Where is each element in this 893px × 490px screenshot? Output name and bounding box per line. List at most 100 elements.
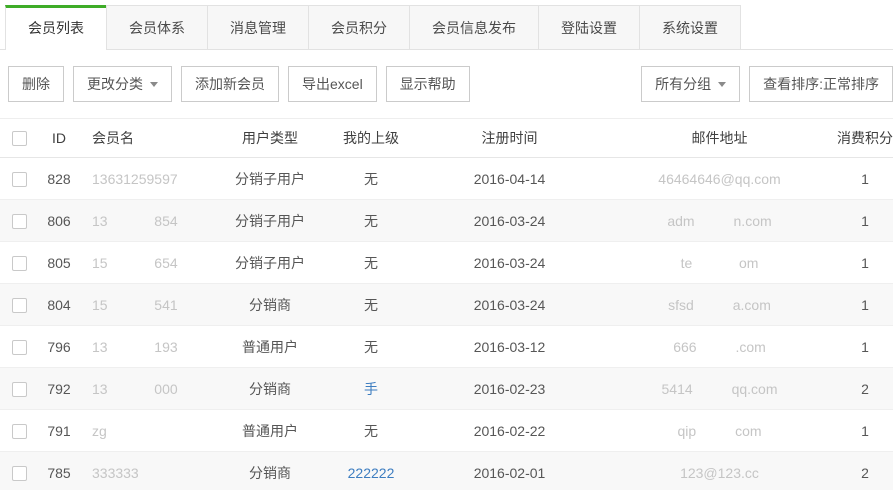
row-checkbox[interactable] [12, 382, 27, 397]
masked-text: 13193 [92, 339, 178, 355]
masked-text-gap [108, 267, 155, 268]
upline-link[interactable]: 手 [364, 381, 378, 397]
email-address: qipcom [602, 410, 837, 452]
row-select-cell [0, 410, 38, 452]
member-row: 80415541分销商无2016-03-24sfsda.com1 [0, 284, 893, 326]
masked-text-end: 854 [154, 213, 177, 229]
row-checkbox[interactable] [12, 298, 27, 313]
row-checkbox[interactable] [12, 424, 27, 439]
member-row: 80613854分销子用户无2016-03-24admn.com1 [0, 200, 893, 242]
row-select-cell [0, 200, 38, 242]
column-header-date: 注册时间 [417, 119, 602, 158]
toolbar-button-3[interactable]: 添加新会员 [181, 66, 279, 102]
member-name: 13631259597 [80, 158, 215, 200]
consume-points: 1 [837, 326, 893, 368]
toolbar-right-group: 所有分组 查看排序:正常排序 [641, 66, 893, 102]
register-date: 2016-02-23 [417, 368, 602, 410]
masked-text-end: n.com [734, 213, 772, 229]
email-address: admn.com [602, 200, 837, 242]
masked-text-gap [692, 267, 739, 268]
member-id: 805 [38, 242, 80, 284]
register-date: 2016-03-24 [417, 200, 602, 242]
upline-cell: 222222 [325, 452, 417, 490]
upline-cell: 无 [325, 326, 417, 368]
row-checkbox[interactable] [12, 172, 27, 187]
member-id: 792 [38, 368, 80, 410]
member-id: 828 [38, 158, 80, 200]
masked-text: 15541 [92, 297, 178, 313]
tab-消息管理[interactable]: 消息管理 [207, 5, 309, 49]
masked-text-start: 666 [673, 339, 696, 355]
select-all-checkbox[interactable] [12, 131, 27, 146]
consume-points: 1 [837, 242, 893, 284]
tab-会员积分[interactable]: 会员积分 [308, 5, 410, 49]
row-checkbox[interactable] [12, 256, 27, 271]
masked-text-gap [693, 393, 732, 394]
email-address: teom [602, 242, 837, 284]
toolbar-left-group: 删除 更改分类 添加新会员 导出excel 显示帮助 [8, 66, 470, 102]
masked-text: 15 654 [92, 255, 178, 271]
toolbar: 删除 更改分类 添加新会员 导出excel 显示帮助 所有分组 查看排序:正常排序 [0, 50, 893, 118]
email-address: sfsda.com [602, 284, 837, 326]
masked-text: teom [681, 255, 759, 271]
button-label: 更改分类 [87, 74, 143, 94]
masked-text-start: 13631259597 [92, 171, 178, 187]
button-label: 添加新会员 [195, 74, 265, 94]
register-date: 2016-03-12 [417, 326, 602, 368]
button-label: 查看排序:正常排序 [763, 74, 879, 94]
masked-text-end: 654 [154, 255, 177, 271]
masked-text-start: 15 [92, 297, 108, 313]
row-checkbox[interactable] [12, 466, 27, 481]
consume-points: 2 [837, 368, 893, 410]
register-date: 2016-03-24 [417, 242, 602, 284]
tab-会员列表[interactable]: 会员列表 [5, 5, 107, 50]
toolbar-right-button-1[interactable]: 所有分组 [641, 66, 740, 102]
consume-points: 2 [837, 452, 893, 490]
masked-text-end: a.com [733, 297, 771, 313]
toolbar-button-4[interactable]: 导出excel [288, 66, 377, 102]
row-checkbox[interactable] [12, 340, 27, 355]
member-row: 785333333分销商2222222016-02-01123@123.cc2 [0, 452, 893, 490]
masked-text-end: 000 [154, 381, 177, 397]
register-date: 2016-02-22 [417, 410, 602, 452]
member-name: 15 654 [80, 242, 215, 284]
toolbar-button-5[interactable]: 显示帮助 [386, 66, 470, 102]
column-header-email: 邮件地址 [602, 119, 837, 158]
masked-text-gap [696, 435, 735, 436]
tab-系统设置[interactable]: 系统设置 [639, 5, 741, 49]
masked-text-end: om [739, 255, 758, 271]
consume-points: 1 [837, 410, 893, 452]
member-id: 791 [38, 410, 80, 452]
register-date: 2016-02-01 [417, 452, 602, 490]
member-name: zg [80, 410, 215, 452]
upline-link[interactable]: 222222 [348, 465, 395, 481]
row-checkbox[interactable] [12, 214, 27, 229]
button-label: 显示帮助 [400, 74, 456, 94]
column-header-points: 消费积分 [837, 119, 893, 158]
masked-text-start: 5414 [662, 381, 693, 397]
member-row: 82813631259597分销子用户无2016-04-1446464646@q… [0, 158, 893, 200]
masked-text-start: 13 [92, 339, 108, 355]
masked-text: 666.com [673, 339, 766, 355]
masked-text-start: 13 [92, 381, 108, 397]
tab-会员体系[interactable]: 会员体系 [106, 5, 208, 49]
select-all-cell [0, 119, 38, 158]
consume-points: 1 [837, 284, 893, 326]
toolbar-right-button-2[interactable]: 查看排序:正常排序 [749, 66, 893, 102]
toolbar-button-1[interactable]: 删除 [8, 66, 64, 102]
masked-text-start: 15 [92, 255, 108, 271]
row-select-cell [0, 368, 38, 410]
masked-text: 5414qq.com [662, 381, 778, 397]
masked-text: 13 000 [92, 381, 178, 397]
masked-text-end: com [735, 423, 761, 439]
masked-text: 13854 [92, 213, 178, 229]
member-row: 791zg普通用户无2016-02-22qipcom1 [0, 410, 893, 452]
user-type: 普通用户 [215, 410, 325, 452]
tab-会员信息发布[interactable]: 会员信息发布 [409, 5, 539, 49]
upline-cell: 手 [325, 368, 417, 410]
tab-登陆设置[interactable]: 登陆设置 [538, 5, 640, 49]
member-name: 15541 [80, 284, 215, 326]
masked-text-gap [108, 351, 155, 352]
upline-cell: 无 [325, 200, 417, 242]
toolbar-button-2[interactable]: 更改分类 [73, 66, 172, 102]
